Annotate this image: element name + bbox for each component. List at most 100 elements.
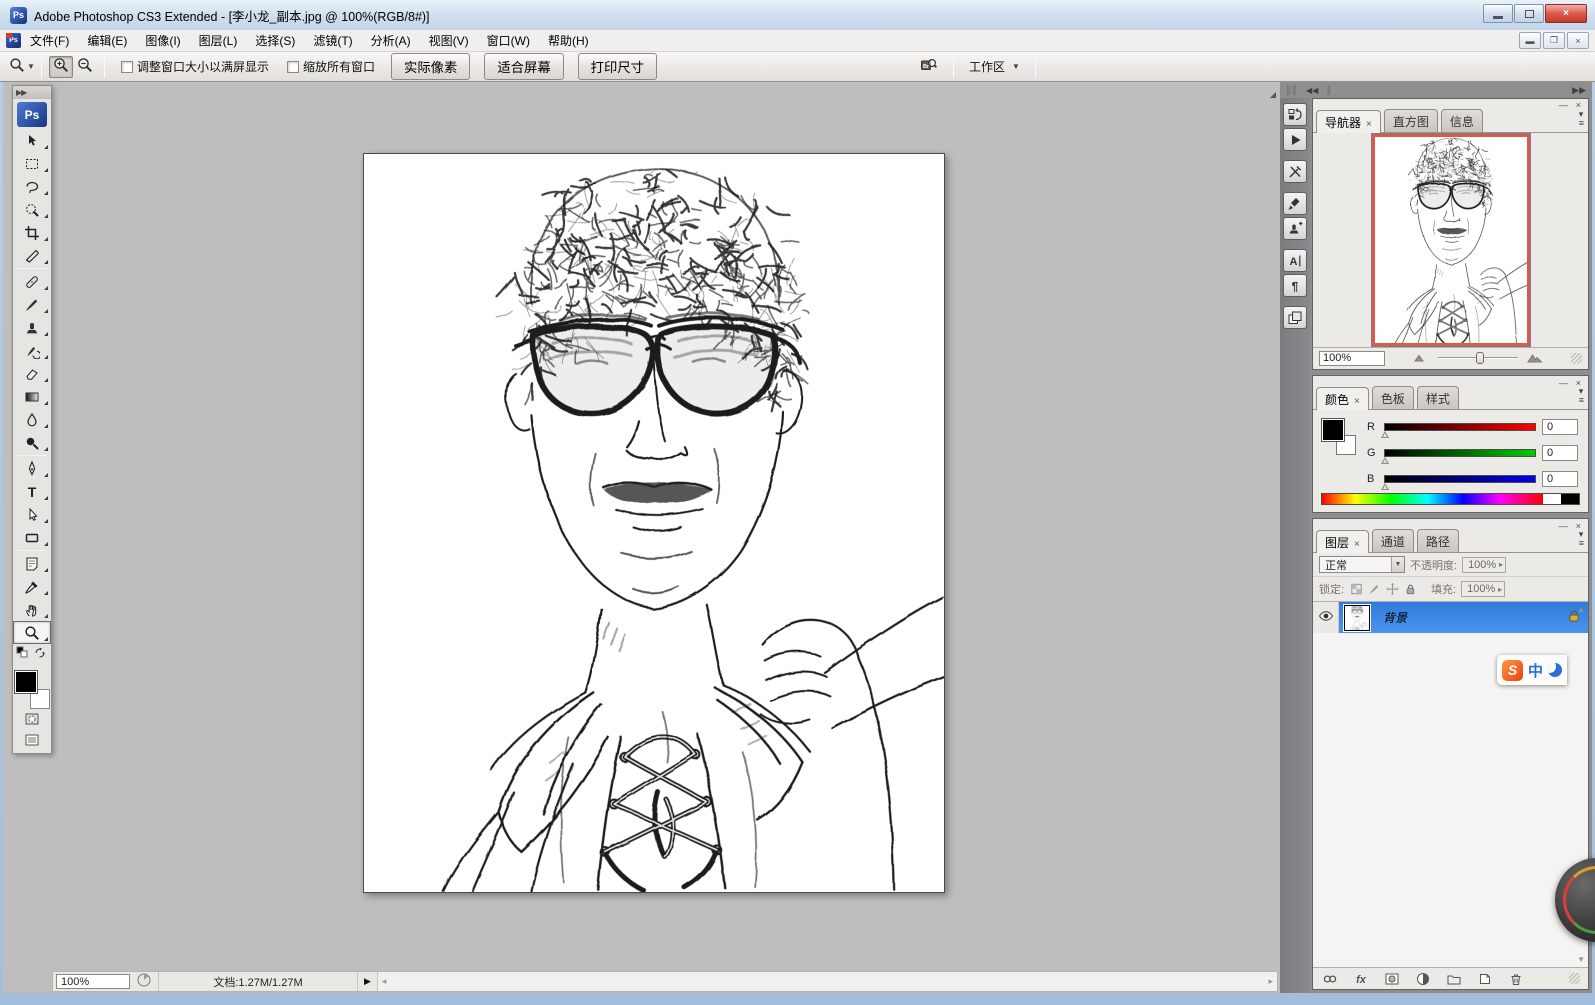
ime-toolbar[interactable]: S 中 [1497,655,1567,685]
shape-tool[interactable] [13,526,51,549]
status-zoom-field[interactable] [56,974,130,989]
move-tool[interactable] [13,129,51,152]
slider-thumb[interactable] [1381,457,1389,464]
layer-row-background[interactable]: 背景 [1313,602,1588,633]
workspace-dropdown[interactable]: 工作区 ▼ [961,58,1028,75]
spot-healing-tool[interactable] [13,270,51,293]
collapse-dock-icon[interactable]: ▶▶ [1572,85,1586,96]
history-panel-button[interactable] [1283,103,1307,126]
sogou-logo-icon[interactable]: S [1502,660,1523,681]
slider-thumb[interactable] [1381,431,1389,438]
zoom-tool[interactable] [13,621,51,644]
tab-paths[interactable]: 路径 [1417,529,1459,552]
brushes-panel-button[interactable] [1283,192,1307,215]
foreground-color-swatch[interactable] [1322,419,1344,441]
red-value-field[interactable] [1542,419,1578,435]
fill-field[interactable]: 100%▸ [1461,581,1505,597]
navigator-zoom-slider[interactable] [1438,351,1518,365]
foreground-color-swatch[interactable] [15,671,37,693]
tool-palette-header[interactable]: ▶▶ [13,86,51,99]
slider-thumb[interactable] [1476,352,1484,364]
panel-minimize-icon[interactable]: — [1559,378,1568,388]
green-slider[interactable] [1384,449,1536,457]
blue-value-field[interactable] [1542,471,1578,487]
menu-file[interactable]: 文件(F) [21,29,78,52]
dock-grip[interactable]: ∥ [1326,85,1332,96]
resize-grip[interactable] [1571,353,1582,364]
document-icon[interactable]: Ps [6,33,21,48]
menu-help[interactable]: 帮助(H) [539,29,598,52]
zoom-all-windows-checkbox[interactable] [287,61,299,73]
new-group-button[interactable] [1445,971,1463,987]
layer-name[interactable]: 背景 [1375,602,1560,633]
swap-colors-icon[interactable] [32,646,48,665]
fit-screen-button[interactable]: 适合屏幕 [484,53,563,80]
path-selection-tool[interactable] [13,503,51,526]
new-layer-button[interactable] [1476,971,1494,987]
pen-tool[interactable] [13,457,51,480]
visibility-toggle[interactable] [1313,602,1339,633]
zoom-in-mountain-icon[interactable] [1527,349,1543,368]
tool-presets-panel-button[interactable] [1283,160,1307,183]
type-tool[interactable]: T [13,480,51,503]
notes-tool[interactable] [13,552,51,575]
print-size-button[interactable]: 打印尺寸 [578,53,657,80]
dock-collapse-arrow[interactable]: ◢ [1270,90,1276,99]
spinner-icon[interactable]: ▸ [1498,585,1502,594]
zoom-out-mountain-icon[interactable] [1413,349,1429,368]
go-to-bridge-button[interactable]: Br [912,56,946,78]
eraser-tool[interactable] [13,362,51,385]
opacity-field[interactable]: 100%▸ [1462,557,1506,573]
panel-menu-icon[interactable]: ▾≡ [1579,530,1584,548]
minimize-button[interactable] [1483,4,1513,23]
lock-transparent-button[interactable] [1349,582,1364,597]
collapse-strip-icon[interactable]: ◀◀ [1306,86,1318,95]
spinner-icon[interactable]: ▸ [1499,560,1503,569]
panel-minimize-icon[interactable]: — [1559,521,1568,531]
resize-grip[interactable] [1569,973,1580,984]
layer-thumbnail[interactable] [1344,605,1370,631]
quick-mask-button[interactable] [19,711,45,730]
scroll-up-icon[interactable]: ▲ [1577,605,1585,614]
clone-source-panel-button[interactable] [1283,217,1307,240]
horizontal-scrollbar[interactable]: ◂ ▸ [377,972,1277,991]
zoom-out-button[interactable] [73,56,97,78]
adjustment-layer-button[interactable] [1414,971,1432,987]
blend-mode-select[interactable]: 正常▼ [1319,556,1405,573]
menu-view[interactable]: 视图(V) [420,29,478,52]
lock-all-button[interactable] [1403,582,1418,597]
tab-swatches[interactable]: 色板 [1372,386,1414,409]
layer-comps-panel-button[interactable] [1283,306,1307,329]
link-layers-button[interactable] [1321,971,1339,987]
dock-grip[interactable]: ∥∥ [1286,85,1298,96]
add-mask-button[interactable] [1383,971,1401,987]
status-expand-arrow[interactable]: ▶ [358,976,377,987]
rect-marquee-tool[interactable] [13,152,51,175]
green-value-field[interactable] [1542,445,1578,461]
gradient-tool[interactable] [13,385,51,408]
color-spectrum-ramp[interactable] [1321,493,1580,505]
delete-layer-button[interactable] [1507,971,1525,987]
scroll-down-icon[interactable]: ▼ [1577,955,1585,964]
zoom-in-button[interactable] [49,56,73,78]
tab-channels[interactable]: 通道 [1372,529,1414,552]
navigator-zoom-field[interactable] [1319,351,1385,366]
slider-thumb[interactable] [1381,483,1389,490]
brush-tool[interactable] [13,293,51,316]
restore-button[interactable] [1514,4,1544,23]
menu-select[interactable]: 选择(S) [246,29,304,52]
tab-layers[interactable]: 图层× [1316,530,1369,553]
lock-move-button[interactable] [1385,582,1400,597]
clone-stamp-tool[interactable] [13,316,51,339]
tab-histogram[interactable]: 直方图 [1384,109,1438,132]
close-button[interactable]: × [1545,4,1587,23]
menu-filter[interactable]: 滤镜(T) [304,29,361,52]
zoom-tool-preset[interactable]: ▼ [10,56,34,78]
title-bar[interactable]: Ps Adobe Photoshop CS3 Extended - [李小龙_副… [0,0,1595,30]
blue-slider[interactable] [1384,475,1536,483]
resize-windows-checkbox[interactable] [121,61,133,73]
panel-menu-icon[interactable]: ▾≡ [1579,387,1584,405]
doc-restore-button[interactable]: ❐ [1543,32,1565,49]
doc-close-button[interactable]: × [1567,32,1589,49]
lock-paint-button[interactable] [1367,582,1382,597]
